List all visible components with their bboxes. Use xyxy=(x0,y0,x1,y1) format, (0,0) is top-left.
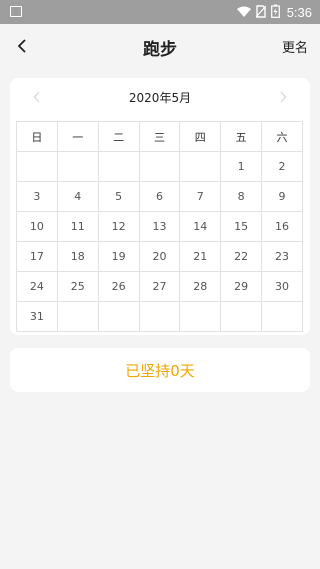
day-cell[interactable] xyxy=(179,151,222,182)
day-cell[interactable]: 6 xyxy=(138,181,181,212)
image-icon xyxy=(10,6,22,17)
day-cell[interactable]: 23 xyxy=(261,241,303,272)
week-row: 31 xyxy=(16,301,303,332)
next-month-button[interactable] xyxy=(273,87,293,107)
rename-button[interactable]: 更名 xyxy=(282,37,308,56)
day-cell[interactable]: 15 xyxy=(220,211,263,242)
calendar-header: 2020年5月 xyxy=(10,86,310,108)
day-cell[interactable]: 5 xyxy=(97,181,140,212)
weekday-label: 二 xyxy=(97,121,140,152)
weekday-label: 五 xyxy=(220,121,263,152)
day-cell[interactable]: 24 xyxy=(16,271,58,302)
day-cell[interactable]: 8 xyxy=(220,181,263,212)
day-cell[interactable] xyxy=(220,301,263,332)
day-cell[interactable]: 16 xyxy=(261,211,303,242)
day-cell[interactable] xyxy=(179,301,222,332)
app-header: 跑步 更名 xyxy=(0,24,320,68)
week-row: 10 11 12 13 14 15 16 xyxy=(16,211,303,242)
chevron-right-icon xyxy=(280,91,287,103)
week-row: 3 4 5 6 7 8 9 xyxy=(16,181,303,212)
streak-text: 已坚持0天 xyxy=(125,361,195,380)
day-cell[interactable] xyxy=(97,151,140,182)
day-cell[interactable]: 2 xyxy=(261,151,303,182)
day-cell[interactable]: 29 xyxy=(220,271,263,302)
day-cell[interactable]: 1 xyxy=(220,151,263,182)
day-cell[interactable]: 4 xyxy=(56,181,99,212)
day-cell[interactable]: 27 xyxy=(138,271,181,302)
no-sim-icon xyxy=(255,3,267,22)
day-cell[interactable]: 28 xyxy=(179,271,222,302)
day-cell[interactable]: 22 xyxy=(220,241,263,272)
day-cell[interactable]: 12 xyxy=(97,211,140,242)
day-cell[interactable]: 13 xyxy=(138,211,181,242)
day-cell[interactable]: 26 xyxy=(97,271,140,302)
day-cell[interactable] xyxy=(56,151,99,182)
day-cell[interactable] xyxy=(261,301,303,332)
page-title: 跑步 xyxy=(143,40,177,60)
weekday-label: 一 xyxy=(56,121,99,152)
day-cell[interactable]: 9 xyxy=(261,181,303,212)
battery-charging-icon xyxy=(270,3,280,22)
day-cell[interactable]: 19 xyxy=(97,241,140,272)
weekday-label: 日 xyxy=(16,121,58,152)
day-cell[interactable] xyxy=(138,151,181,182)
day-cell[interactable]: 17 xyxy=(16,241,58,272)
day-cell[interactable] xyxy=(16,151,58,182)
day-cell[interactable]: 18 xyxy=(56,241,99,272)
day-cell[interactable] xyxy=(97,301,140,332)
week-row: 17 18 19 20 21 22 23 xyxy=(16,241,303,272)
day-cell[interactable] xyxy=(56,301,99,332)
calendar-card: 2020年5月 日 一 二 三 四 五 六 1 2 3 4 5 6 7 8 9 … xyxy=(10,78,310,335)
status-bar: 5:36 xyxy=(0,0,320,24)
day-cell[interactable]: 14 xyxy=(179,211,222,242)
status-time: 5:36 xyxy=(286,4,312,20)
streak-card: 已坚持0天 xyxy=(10,348,310,392)
weekday-label: 六 xyxy=(261,121,303,152)
day-cell[interactable]: 25 xyxy=(56,271,99,302)
calendar-grid: 日 一 二 三 四 五 六 1 2 3 4 5 6 7 8 9 10 11 12… xyxy=(16,121,303,332)
weekday-row: 日 一 二 三 四 五 六 xyxy=(16,121,303,152)
month-label: 2020年5月 xyxy=(128,91,192,105)
week-row: 24 25 26 27 28 29 30 xyxy=(16,271,303,302)
day-cell[interactable]: 11 xyxy=(56,211,99,242)
day-cell[interactable]: 31 xyxy=(16,301,58,332)
day-cell[interactable]: 3 xyxy=(16,181,58,212)
day-cell[interactable]: 7 xyxy=(179,181,222,212)
weekday-label: 三 xyxy=(138,121,181,152)
day-cell[interactable]: 30 xyxy=(261,271,303,302)
day-cell[interactable]: 10 xyxy=(16,211,58,242)
day-cell[interactable]: 20 xyxy=(138,241,181,272)
day-cell[interactable] xyxy=(138,301,181,332)
wifi-icon xyxy=(236,3,251,22)
week-row: 1 2 xyxy=(16,151,303,182)
weekday-label: 四 xyxy=(179,121,222,152)
day-cell[interactable]: 21 xyxy=(179,241,222,272)
